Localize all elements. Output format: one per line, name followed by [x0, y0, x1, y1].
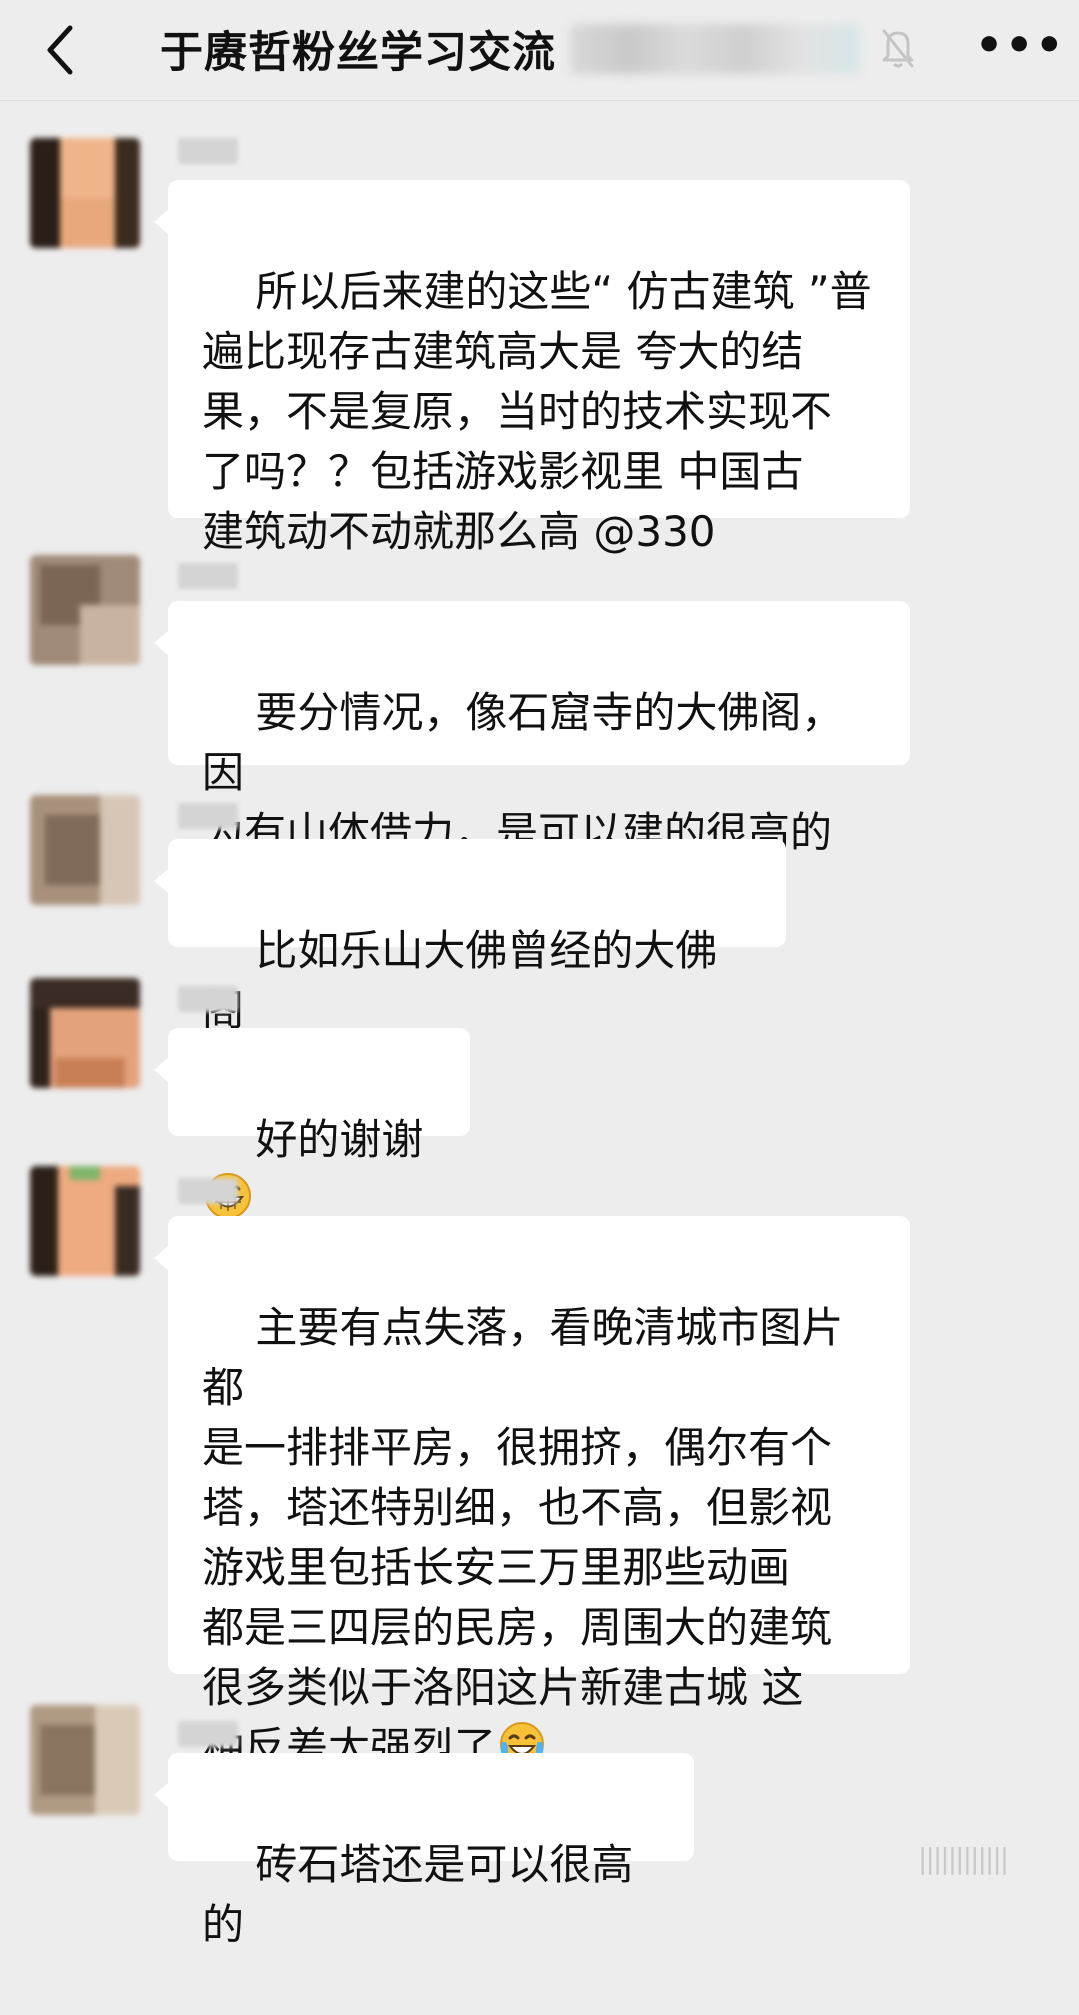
message-bubble[interactable]: 砖石塔还是可以很高的 — [154, 1753, 694, 1949]
message-bubble[interactable]: 主要有点失落，看晚清城市图片都 是一排排平房，很拥挤，偶尔有个 塔，塔还特别细，… — [154, 1216, 910, 1772]
avatar[interactable] — [30, 1166, 140, 1276]
sender-name — [178, 1178, 238, 1204]
chevron-left-icon[interactable] — [38, 20, 88, 80]
avatar[interactable] — [30, 138, 140, 248]
message-bubble[interactable]: 所以后来建的这些“ 仿古建筑 ”普 遍比现存古建筑高大是 夸大的结 果，不是复原… — [154, 180, 910, 556]
sender-name — [178, 563, 238, 589]
avatar[interactable] — [30, 795, 140, 905]
message-text: 比如乐山大佛曾经的大佛阁 — [202, 926, 718, 1035]
more-icon[interactable]: ••• — [975, 24, 1063, 68]
sender-name — [178, 986, 238, 1012]
message-text: 砖石塔还是可以很高的 — [202, 1840, 634, 1949]
message-text: 主要有点失落，看晚清城市图片都 是一排排平房，很拥挤，偶尔有个 塔，塔还特别细，… — [202, 1303, 844, 1772]
watermark: |||||||||||| — [918, 1842, 1009, 1875]
avatar[interactable] — [30, 1705, 140, 1815]
sender-name — [178, 138, 238, 164]
avatar[interactable] — [30, 555, 140, 665]
blurred-member-count — [570, 24, 860, 74]
message-text: 要分情况，像石窟寺的大佛阁，因 为有山体借力，是可以建的很高的 — [202, 688, 844, 857]
bell-muted-icon — [878, 26, 918, 70]
avatar[interactable] — [30, 978, 140, 1088]
message-bubble[interactable]: 好的谢谢 — [154, 1028, 470, 1219]
message-text: 所以后来建的这些“ 仿古建筑 ”普 遍比现存古建筑高大是 夸大的结 果，不是复原… — [202, 267, 872, 556]
sender-name — [178, 1721, 238, 1747]
message-bubble[interactable]: 比如乐山大佛曾经的大佛阁 — [154, 839, 786, 1035]
chat-header: 于赓哲粉丝学习交流 ••• — [0, 0, 1079, 101]
chat-title: 于赓哲粉丝学习交流 — [160, 28, 556, 78]
message-text: 好的谢谢 — [255, 1115, 424, 1164]
message-bubble[interactable]: 要分情况，像石窟寺的大佛阁，因 为有山体借力，是可以建的很高的 — [154, 601, 910, 857]
sender-name — [178, 803, 238, 829]
